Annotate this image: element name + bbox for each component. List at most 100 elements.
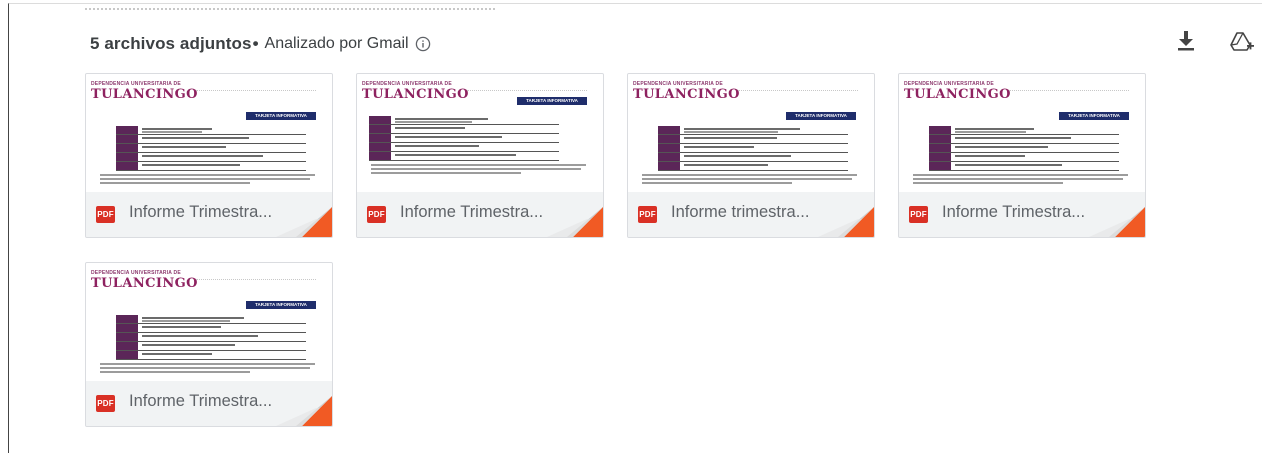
doc-logo: TULANCINGO xyxy=(362,87,469,102)
doc-paragraph-line xyxy=(100,367,310,369)
page-fold-corner-icon xyxy=(276,207,332,237)
attachment-footer[interactable]: PDF Informe Trimestra... xyxy=(86,192,332,237)
attachments-count: 5 archivos adjuntos xyxy=(90,34,252,53)
doc-paragraph-line xyxy=(913,178,1123,180)
doc-table-row xyxy=(929,153,1119,162)
info-icon[interactable] xyxy=(415,36,431,52)
doc-table-row xyxy=(369,125,559,134)
doc-logo: TULANCINGO xyxy=(633,87,740,102)
doc-divider xyxy=(467,90,587,91)
doc-paragraph-line xyxy=(642,182,792,184)
doc-table-row xyxy=(369,134,559,143)
attachment-preview[interactable]: DEPENDENCIA UNIVERSITARIA DE TULANCINGO … xyxy=(86,74,332,192)
doc-paragraph-line xyxy=(913,182,1063,184)
add-to-drive-icon xyxy=(1230,32,1254,51)
doc-table-row xyxy=(929,144,1119,153)
attachment-filename: Informe Trimestra... xyxy=(942,203,1086,221)
doc-paragraph-line xyxy=(371,164,586,166)
doc-tag: TARJETA INFORMATIVA xyxy=(517,97,587,105)
doc-table-row xyxy=(369,152,559,161)
doc-table xyxy=(929,126,1119,171)
doc-table-row xyxy=(116,351,306,360)
attachment-card[interactable]: DEPENDENCIA UNIVERSITARIA DE TULANCINGO … xyxy=(898,73,1146,238)
doc-paragraph-line xyxy=(100,363,315,365)
header-separator: • xyxy=(252,34,259,53)
doc-table-row xyxy=(116,315,306,324)
page-fold-corner-icon xyxy=(1089,207,1145,237)
attachment-filename: Informe Trimestra... xyxy=(129,392,273,410)
attachment-footer[interactable]: PDF Informe Trimestra... xyxy=(357,192,603,237)
attachment-footer[interactable]: PDF Informe Trimestra... xyxy=(86,381,332,426)
doc-table-row xyxy=(929,162,1119,171)
doc-logo: TULANCINGO xyxy=(91,87,198,102)
attachment-card[interactable]: DEPENDENCIA UNIVERSITARIA DE TULANCINGO … xyxy=(356,73,604,238)
doc-paragraph-line xyxy=(913,174,1128,176)
doc-paragraph-line xyxy=(100,182,250,184)
attachment-preview[interactable]: DEPENDENCIA UNIVERSITARIA DE TULANCINGO … xyxy=(86,263,332,381)
attachment-footer[interactable]: PDF Informe trimestra... xyxy=(628,192,874,237)
doc-logo: TULANCINGO xyxy=(91,276,198,291)
doc-table-row xyxy=(116,126,306,135)
download-all-button[interactable] xyxy=(1175,28,1197,52)
doc-divider xyxy=(196,90,316,91)
doc-paragraph-line xyxy=(100,371,250,373)
doc-table-row xyxy=(116,324,306,333)
doc-table-row xyxy=(658,135,848,144)
doc-table-row xyxy=(658,126,848,135)
attachment-filename: Informe trimestra... xyxy=(671,203,810,221)
doc-table-row xyxy=(929,126,1119,135)
doc-paragraph-line xyxy=(371,168,581,170)
doc-paragraph-line xyxy=(642,178,852,180)
doc-table-row xyxy=(658,153,848,162)
doc-table-row xyxy=(929,135,1119,144)
doc-table-row xyxy=(116,153,306,162)
pdf-file-icon: PDF xyxy=(909,206,928,223)
doc-table-row xyxy=(116,342,306,351)
doc-paragraph-line xyxy=(642,174,857,176)
doc-tag: TARJETA INFORMATIVA xyxy=(246,301,316,309)
attachment-footer[interactable]: PDF Informe Trimestra... xyxy=(899,192,1145,237)
doc-table-row xyxy=(116,135,306,144)
attachments-header: 5 archivos adjuntos • Analizado por Gmai… xyxy=(90,32,431,56)
scan-status-label: Analizado por Gmail xyxy=(264,35,409,52)
attachment-preview[interactable]: DEPENDENCIA UNIVERSITARIA DE TULANCINGO … xyxy=(899,74,1145,192)
attachment-card[interactable]: DEPENDENCIA UNIVERSITARIA DE TULANCINGO … xyxy=(85,73,333,238)
pdf-file-icon: PDF xyxy=(96,395,115,412)
doc-table-row xyxy=(369,143,559,152)
attachment-preview[interactable]: DEPENDENCIA UNIVERSITARIA DE TULANCINGO … xyxy=(628,74,874,192)
doc-table xyxy=(369,116,559,161)
doc-divider xyxy=(738,90,858,91)
doc-paragraph-line xyxy=(371,172,521,174)
doc-table-row xyxy=(658,162,848,171)
doc-table-row xyxy=(658,144,848,153)
pdf-file-icon: PDF xyxy=(367,206,386,223)
page-fold-corner-icon xyxy=(547,207,603,237)
doc-tag: TARJETA INFORMATIVA xyxy=(786,112,856,120)
attachment-preview[interactable]: DEPENDENCIA UNIVERSITARIA DE TULANCINGO … xyxy=(357,74,603,192)
attachment-card[interactable]: DEPENDENCIA UNIVERSITARIA DE TULANCINGO … xyxy=(85,262,333,427)
page-fold-corner-icon xyxy=(818,207,874,237)
doc-divider xyxy=(196,279,316,280)
pdf-file-icon: PDF xyxy=(96,206,115,223)
attachment-card[interactable]: DEPENDENCIA UNIVERSITARIA DE TULANCINGO … xyxy=(627,73,875,238)
doc-table xyxy=(658,126,848,171)
doc-tag: TARJETA INFORMATIVA xyxy=(1059,112,1129,120)
pdf-file-icon: PDF xyxy=(638,206,657,223)
doc-tag: TARJETA INFORMATIVA xyxy=(246,112,316,120)
page-fold-corner-icon xyxy=(276,396,332,426)
add-to-drive-button[interactable] xyxy=(1229,30,1255,54)
doc-paragraph-line xyxy=(100,178,310,180)
download-icon xyxy=(1178,31,1194,51)
doc-divider xyxy=(1009,90,1129,91)
attachment-filename: Informe Trimestra... xyxy=(400,203,544,221)
doc-logo: TULANCINGO xyxy=(904,87,1011,102)
divider xyxy=(85,8,495,10)
doc-table-row xyxy=(369,116,559,125)
attachment-filename: Informe Trimestra... xyxy=(129,203,273,221)
doc-table-row xyxy=(116,144,306,153)
doc-table-row xyxy=(116,333,306,342)
doc-paragraph-line xyxy=(100,174,315,176)
doc-table xyxy=(116,315,306,360)
doc-table xyxy=(116,126,306,171)
doc-table-row xyxy=(116,162,306,171)
